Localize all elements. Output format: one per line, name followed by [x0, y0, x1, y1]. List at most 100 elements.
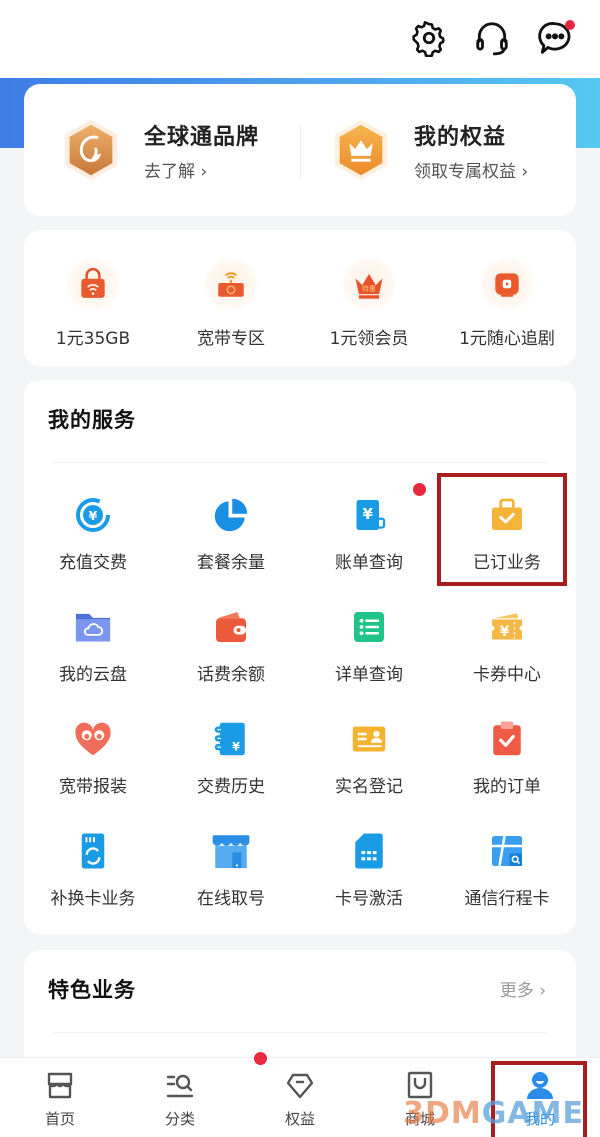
service-label: 宽带报装 — [59, 777, 127, 797]
service-item-coupons[interactable]: ¥ 卡券中心 — [438, 592, 576, 702]
bottom-tab-bar: 首页 分类 权益 商城 我的 3DMGAME — [0, 1052, 600, 1137]
service-label: 实名登记 — [335, 777, 403, 797]
quick-item-video[interactable]: 1元随心追剧 — [438, 230, 576, 366]
tab-benefits[interactable]: 权益 — [240, 1058, 360, 1137]
my-services-card: 我的服务 ¥ 充值交费 套餐余量 ¥ 账单查询 已订业务 我的云盘 话费余额 详… — [24, 380, 576, 934]
id-card-icon — [348, 718, 390, 760]
service-label: 交费历史 — [197, 777, 265, 797]
promo-subtitle-link[interactable]: 领取专属权益 › — [414, 157, 528, 182]
headset-icon — [476, 22, 508, 56]
top-bar — [0, 0, 600, 78]
service-item-my-orders[interactable]: 我的订单 — [438, 704, 576, 814]
crown-hexagon-icon — [330, 119, 392, 181]
recharge-icon: ¥ — [72, 494, 114, 536]
pie-chart-icon — [210, 494, 252, 536]
quick-label: 1元领会员 — [329, 329, 409, 349]
service-item-sim-activation[interactable]: 卡号激活 — [300, 816, 438, 926]
section-title: 特色业务 — [48, 978, 136, 1002]
crown-vip-icon: 特惠 — [343, 258, 395, 310]
service-item-sim-swap[interactable]: 补换卡业务 — [24, 816, 162, 926]
category-search-icon — [163, 1068, 197, 1102]
watermark-part1: 3DM — [403, 1096, 482, 1131]
settings-button[interactable] — [409, 18, 449, 58]
promo-card: 全球通品牌 去了解 › 我的权益 领取专属权益 › — [24, 84, 576, 216]
service-item-payment-history[interactable]: ¥ 交费历史 — [162, 704, 300, 814]
gear-icon — [412, 21, 445, 57]
service-item-cloud[interactable]: 我的云盘 — [24, 592, 162, 702]
list-icon — [348, 606, 390, 648]
tab-label: 首页 — [44, 1110, 75, 1128]
svg-text:¥: ¥ — [89, 508, 98, 523]
service-item-real-name[interactable]: 实名登记 — [300, 704, 438, 814]
section-title: 我的服务 — [48, 408, 136, 432]
customer-service-button[interactable] — [472, 18, 512, 58]
service-item-online-number[interactable]: 在线取号 — [162, 816, 300, 926]
service-item-trip-card[interactable]: 通信行程卡 — [438, 816, 576, 926]
tab-category[interactable]: 分类 — [120, 1058, 240, 1137]
promo-item-brand[interactable]: 全球通品牌 去了解 › — [60, 84, 259, 216]
sim-card-icon — [348, 830, 390, 872]
cloud-folder-icon — [72, 606, 114, 648]
promo-title: 全球通品牌 — [144, 124, 260, 150]
notebook-yuan-icon: ¥ — [210, 718, 252, 760]
service-label: 账单查询 — [335, 553, 403, 573]
home-icon — [43, 1068, 77, 1102]
router-icon — [205, 258, 257, 310]
service-item-plan-balance[interactable]: 套餐余量 — [162, 480, 300, 590]
svg-text:¥: ¥ — [363, 505, 374, 523]
messages-button[interactable] — [535, 18, 575, 58]
service-label: 详单查询 — [335, 665, 403, 685]
tab-home[interactable]: 首页 — [0, 1058, 120, 1137]
svg-text:特惠: 特惠 — [362, 284, 376, 293]
promo-subtitle-link[interactable]: 去了解 › — [144, 157, 259, 182]
service-item-recharge[interactable]: ¥ 充值交费 — [24, 480, 162, 590]
svg-text:¥: ¥ — [500, 624, 510, 640]
quick-label: 1元随心追剧 — [459, 329, 555, 349]
message-badge — [565, 20, 575, 30]
watermark-part2: GAME — [481, 1096, 584, 1131]
coupon-icon: ¥ — [486, 606, 528, 648]
quick-item-broadband[interactable]: 宽带专区 — [162, 230, 300, 366]
promo-divider — [300, 124, 301, 180]
service-label: 我的云盘 — [59, 665, 127, 685]
bill-icon: ¥ — [348, 494, 390, 536]
service-label: 补换卡业务 — [50, 889, 136, 909]
svg-text:¥: ¥ — [232, 740, 240, 753]
clipboard-check-icon — [486, 718, 528, 760]
quick-item-membership[interactable]: 特惠 1元领会员 — [300, 230, 438, 366]
section-divider — [54, 1032, 546, 1033]
trip-card-icon — [486, 830, 528, 872]
wallet-icon — [210, 606, 252, 648]
video-play-icon — [481, 258, 533, 310]
tab-label: 分类 — [164, 1110, 195, 1128]
service-item-details[interactable]: 详单查询 — [300, 592, 438, 702]
service-label: 话费余额 — [197, 665, 265, 685]
heart-people-icon — [72, 718, 114, 760]
promo-title: 我的权益 — [414, 124, 507, 150]
sim-swap-icon — [72, 830, 114, 872]
watermark: 3DMGAME — [403, 1096, 584, 1131]
quick-label: 宽带专区 — [197, 329, 265, 349]
service-label: 充值交费 — [59, 553, 127, 573]
service-item-broadband-install[interactable]: 宽带报装 — [24, 704, 162, 814]
brand-hexagon-icon — [60, 119, 122, 181]
promo-item-benefits[interactable]: 我的权益 领取专属权益 › — [330, 84, 528, 216]
my-page: 全球通品牌 去了解 › 我的权益 领取专属权益 › 1元35GB 宽带专区 特惠… — [0, 0, 600, 1137]
notification-badge — [413, 483, 426, 496]
service-label: 我的订单 — [473, 777, 541, 797]
quick-entries-card: 1元35GB 宽带专区 特惠 1元领会员 1元随心追剧 — [24, 230, 576, 366]
tab-label: 权益 — [284, 1110, 315, 1128]
section-divider — [54, 462, 546, 463]
service-item-bill[interactable]: ¥ 账单查询 — [300, 480, 438, 590]
service-label: 通信行程卡 — [464, 889, 550, 909]
service-item-balance[interactable]: 话费余额 — [162, 592, 300, 702]
service-label: 套餐余量 — [197, 553, 265, 573]
highlight-annotation-box — [437, 473, 567, 586]
service-label: 卡号激活 — [335, 889, 403, 909]
quick-item-data[interactable]: 1元35GB — [24, 230, 162, 366]
wifi-bag-icon — [67, 258, 119, 310]
service-label: 卡券中心 — [473, 665, 541, 685]
diamond-icon — [283, 1068, 317, 1102]
quick-label: 1元35GB — [55, 329, 131, 349]
more-link[interactable]: 更多 › — [500, 976, 546, 1001]
